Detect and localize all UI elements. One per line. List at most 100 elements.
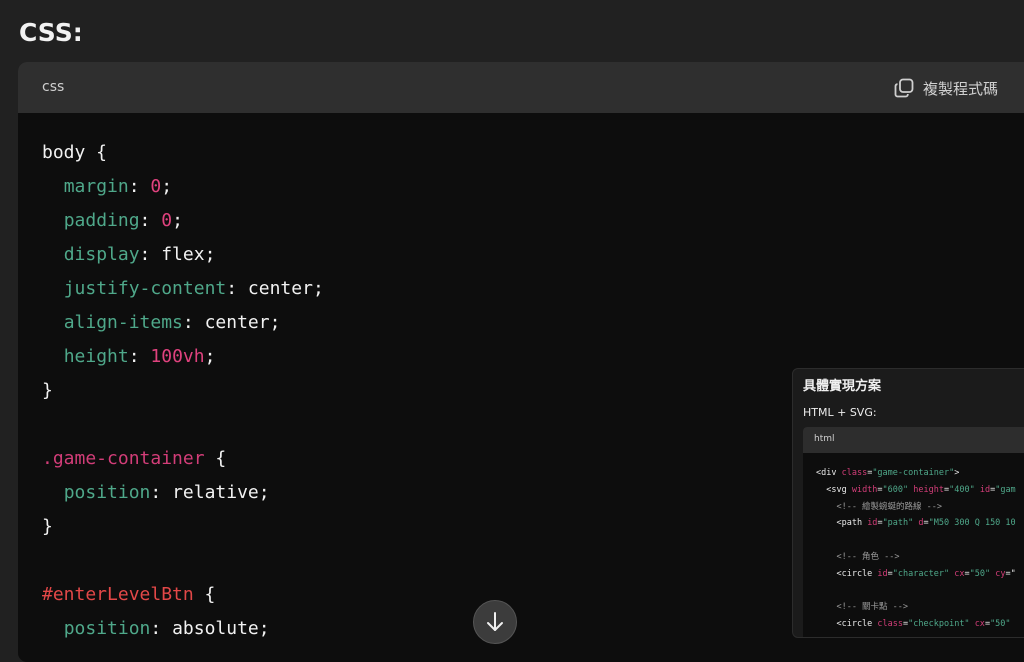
preview-code-line [816, 583, 1016, 600]
code-line: align-items: center; [42, 306, 324, 340]
preview-code-line: <svg width="600" height="400" id="gam [816, 482, 1016, 499]
code-line: padding: 0; [42, 204, 324, 238]
code-token: "character" [892, 568, 950, 579]
section-heading: CSS: [19, 18, 83, 47]
code-token: : absolute; [150, 618, 270, 639]
preview-language-label: html [814, 434, 835, 444]
code-token: : relative; [150, 482, 270, 503]
code-token: cx [954, 568, 965, 579]
code-token: "400" [949, 484, 975, 495]
code-token: ; [161, 176, 173, 197]
code-token: <!-- 關卡點 --> [816, 602, 909, 613]
code-token: position [63, 482, 151, 503]
code-token: .game-container [42, 448, 205, 469]
code-token: cy [995, 568, 1006, 579]
code-token: "50" [990, 619, 1011, 630]
code-token: id [979, 484, 991, 495]
preview-code-line: <circle id="character" cx="50" cy=" [816, 566, 1016, 583]
code-token: > [954, 468, 960, 478]
scroll-to-bottom-button[interactable] [473, 600, 517, 644]
code-line: display: flex; [42, 238, 324, 272]
code-token: width [851, 484, 878, 495]
code-token: "path" [882, 518, 914, 529]
code-token: display [63, 244, 140, 265]
copy-code-label: 複製程式碼 [923, 79, 999, 98]
code-token: #enterLevelBtn [42, 584, 194, 605]
preview-code-block: html <div class="game-container"> <svg w… [803, 427, 1024, 637]
code-token: { [204, 448, 227, 469]
code-token: "50" [969, 568, 991, 579]
code-token: align-items [63, 312, 183, 333]
code-line: } [42, 374, 324, 408]
preview-code-line: <path id="path" d="M50 300 Q 150 10 [816, 515, 1016, 532]
code-token: id [877, 568, 888, 579]
preview-subtitle: HTML + SVG: [803, 406, 877, 419]
code-token: "checkpoint" [908, 619, 970, 630]
code-line: justify-content: center; [42, 272, 324, 306]
preview-code-content: <div class="game-container"> <svg width=… [816, 465, 1016, 633]
code-token: 0 [150, 176, 162, 197]
code-token: 100vh [150, 346, 205, 367]
code-token: : [139, 210, 162, 231]
code-token: { [193, 584, 216, 605]
code-line: margin: 0; [42, 170, 324, 204]
code-token: "600" [882, 484, 909, 495]
code-token: <circle [816, 568, 878, 579]
code-token: <svg [816, 484, 852, 495]
code-line: #enterLevelBtn { [42, 578, 324, 612]
code-token: "M50 300 Q 150 10 [928, 518, 1016, 529]
code-token: <circle [816, 619, 878, 630]
code-token: body { [42, 142, 108, 163]
code-token: class [877, 619, 904, 630]
copy-code-button[interactable]: 複製程式碼 [893, 76, 998, 100]
preview-code-line: <div class="game-container"> [816, 465, 1016, 482]
code-token: <div [816, 468, 842, 478]
code-token: <path [816, 518, 868, 529]
code-line: .game-container { [42, 442, 324, 476]
code-language-label: css [42, 79, 65, 95]
copy-icon [893, 77, 915, 99]
preview-code-line: <circle class="checkpoint" cx="50" [816, 616, 1016, 633]
code-token: class [841, 468, 868, 478]
code-token: =" [1005, 568, 1016, 579]
code-token: : flex; [139, 244, 216, 265]
preview-code-line: <!-- 關卡點 --> [816, 599, 1016, 616]
code-token: margin [63, 176, 129, 197]
code-token: "game-container" [872, 468, 955, 478]
code-line: } [42, 510, 324, 544]
code-line: position: relative; [42, 476, 324, 510]
code-line: body { [42, 136, 324, 170]
code-token: "gam [995, 484, 1016, 495]
code-block-header: css 複製程式碼 [18, 62, 1024, 113]
preview-code-line: <!-- 繪製蜿蜒的路線 --> [816, 499, 1016, 516]
code-token: cx [974, 619, 985, 630]
code-token: : [128, 346, 151, 367]
code-token: } [42, 380, 53, 401]
preview-title: 具體實現方案 [803, 379, 882, 394]
code-token: 0 [161, 210, 173, 231]
code-content: body { margin: 0; padding: 0; display: f… [42, 136, 324, 646]
code-line: position: absolute; [42, 612, 324, 646]
code-token: justify-content [63, 278, 227, 299]
code-token: <!-- 繪製蜿蜒的路線 --> [816, 501, 943, 512]
code-token: : [128, 176, 151, 197]
code-token: } [42, 516, 53, 537]
code-token: id [867, 518, 878, 529]
preview-code-header: html [803, 427, 1024, 453]
code-token: height [63, 346, 129, 367]
preview-thumbnail[interactable]: 具體實現方案 HTML + SVG: html <div class="game… [792, 368, 1024, 638]
code-token: ; [204, 346, 216, 367]
code-token: ; [172, 210, 183, 231]
preview-code-line: <!-- 角色 --> [816, 549, 1016, 566]
code-token: position [63, 618, 151, 639]
